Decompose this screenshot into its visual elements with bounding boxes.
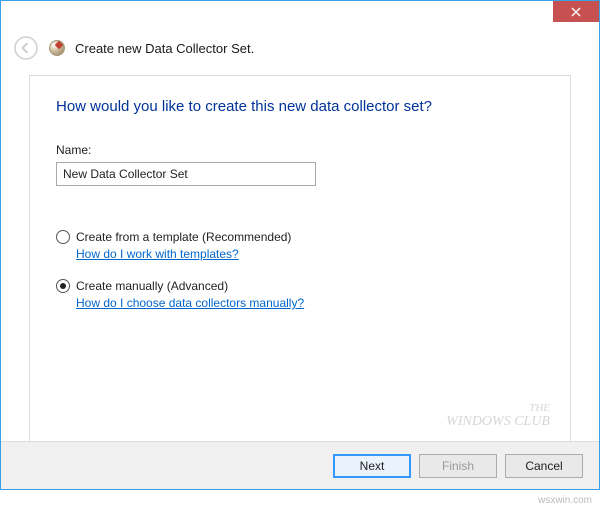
name-label: Name: bbox=[56, 143, 544, 157]
cancel-button[interactable]: Cancel bbox=[505, 454, 583, 478]
name-input[interactable] bbox=[56, 162, 316, 186]
watermark: THE WINDOWS CLUB bbox=[446, 402, 550, 429]
back-arrow-icon bbox=[14, 36, 38, 60]
source-attribution: wsxwin.com bbox=[538, 495, 592, 506]
wizard-title: Create new Data Collector Set. bbox=[75, 41, 254, 56]
close-button[interactable] bbox=[553, 1, 599, 22]
radio-icon bbox=[56, 279, 70, 293]
wizard-content: How would you like to create this new da… bbox=[29, 75, 571, 441]
wizard-header: Create new Data Collector Set. bbox=[1, 31, 599, 75]
help-link-templates[interactable]: How do I work with templates? bbox=[76, 247, 239, 261]
watermark-line2: WINDOWS CLUB bbox=[446, 414, 550, 429]
wizard-question: How would you like to create this new da… bbox=[56, 98, 544, 115]
radio-icon bbox=[56, 230, 70, 244]
wizard-footer: Next Finish Cancel bbox=[1, 441, 599, 489]
option-template[interactable]: Create from a template (Recommended) bbox=[56, 230, 544, 244]
app-icon bbox=[49, 40, 65, 56]
next-button[interactable]: Next bbox=[333, 454, 411, 478]
watermark-line1: THE bbox=[446, 402, 550, 414]
titlebar bbox=[1, 1, 599, 31]
option-manual[interactable]: Create manually (Advanced) bbox=[56, 279, 544, 293]
creation-options: Create from a template (Recommended) How… bbox=[56, 230, 544, 328]
close-icon bbox=[571, 7, 581, 17]
back-button[interactable] bbox=[13, 35, 39, 61]
help-link-manual[interactable]: How do I choose data collectors manually… bbox=[76, 296, 304, 310]
option-template-label: Create from a template (Recommended) bbox=[76, 230, 291, 244]
option-manual-label: Create manually (Advanced) bbox=[76, 279, 228, 293]
finish-button[interactable]: Finish bbox=[419, 454, 497, 478]
wizard-window: Create new Data Collector Set. How would… bbox=[0, 0, 600, 490]
